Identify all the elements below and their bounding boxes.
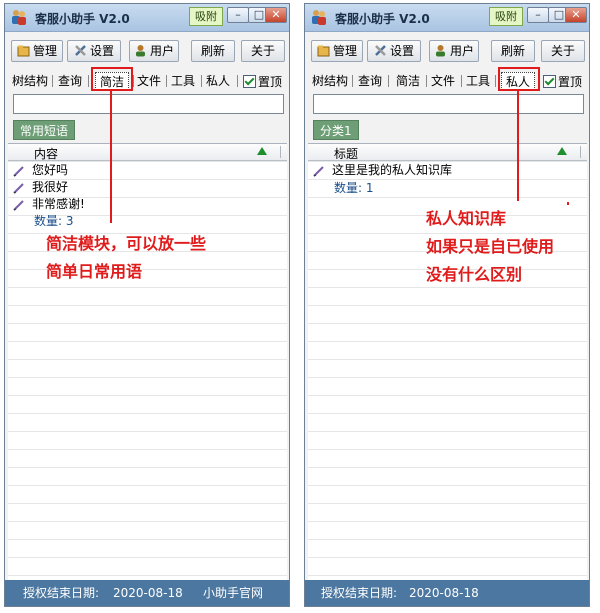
title-bar[interactable]: 客服小助手 V2.0 吸附 – □ ✕ <box>305 4 589 32</box>
app-title: 客服小助手 V2.0 <box>35 12 130 26</box>
pin-button[interactable]: 吸附 <box>189 7 223 26</box>
window-right: 客服小助手 V2.0 吸附 – □ ✕ 管理 设置 用户 刷新 关于 树结构 查… <box>304 3 590 607</box>
toolbar: 管理 设置 用户 刷新 关于 <box>5 40 289 64</box>
about-button[interactable]: 关于 <box>541 40 585 62</box>
search-input[interactable] <box>13 94 284 114</box>
item-count: 数量: 1 <box>334 181 374 195</box>
list-item[interactable]: 我很好 <box>8 179 287 196</box>
list-header[interactable]: 内容 <box>8 144 287 161</box>
column-content: 内容 <box>34 147 59 161</box>
list-item[interactable]: 这里是我的私人知识库 <box>308 162 587 179</box>
category-tag[interactable]: 常用短语 <box>13 120 76 140</box>
sort-ascending-icon <box>557 147 567 155</box>
app-people-icon <box>12 10 26 25</box>
close-button[interactable]: ✕ <box>565 7 587 23</box>
tab-strip: 树结构 查询 简洁 文件 工具 私人 置顶 <box>305 71 589 91</box>
window-left: 客服小助手 V2.0 吸附 – □ ✕ 管理 设置 用户 刷新 关于 树结构 查… <box>4 3 290 607</box>
user-icon <box>135 45 145 57</box>
tab-search[interactable]: 查询 <box>55 72 85 90</box>
folder-icon <box>317 45 330 57</box>
list-item[interactable]: 您好吗 <box>8 162 287 179</box>
pen-icon <box>13 200 24 211</box>
tab-tree[interactable]: 树结构 <box>11 72 49 90</box>
refresh-button[interactable]: 刷新 <box>191 40 235 62</box>
item-count: 数量: 3 <box>34 214 74 228</box>
annotation-highlight-simple-tab <box>91 67 133 91</box>
about-button[interactable]: 关于 <box>241 40 285 62</box>
expiry-date: 2020-08-18 <box>113 586 183 600</box>
status-bar: 授权结束日期: 2020-08-18 <box>305 580 589 606</box>
users-button[interactable]: 用户 <box>129 40 179 62</box>
list-item[interactable]: 非常感谢! <box>8 196 287 213</box>
tab-search[interactable]: 查询 <box>355 72 385 90</box>
tab-simple[interactable]: 简洁 <box>393 72 423 90</box>
expiry-date: 2020-08-18 <box>409 586 479 600</box>
pin-button[interactable]: 吸附 <box>489 7 523 26</box>
checkbox-checked-icon <box>543 75 556 88</box>
pen-icon <box>313 166 324 177</box>
tools-icon <box>375 45 386 56</box>
minimize-button[interactable]: – <box>227 7 249 23</box>
minimize-button[interactable]: – <box>527 7 549 23</box>
annotation-text-right: 私人知识库 如果只是自已使用 没有什么区别 <box>426 209 555 284</box>
users-button[interactable]: 用户 <box>429 40 479 62</box>
tab-files[interactable]: 文件 <box>136 72 162 90</box>
tools-icon <box>75 45 86 56</box>
tab-tools[interactable]: 工具 <box>465 72 491 90</box>
tab-tree[interactable]: 树结构 <box>311 72 349 90</box>
sort-ascending-icon <box>257 147 267 155</box>
settings-button[interactable]: 设置 <box>67 40 121 62</box>
annotation-pointer-line <box>517 91 519 201</box>
app-people-icon <box>312 10 326 25</box>
category-tag[interactable]: 分类1 <box>313 120 359 140</box>
pin-top-checkbox[interactable]: 置顶 <box>243 73 282 90</box>
official-site-link[interactable]: 小助手官网 <box>203 580 263 606</box>
annotation-text-left: 简洁模块，可以放一些 简单日常用语 <box>46 234 207 281</box>
content-list[interactable]: 内容 您好吗 我很好 非常感谢! 数量: 3 <box>8 143 287 580</box>
annotation-pointer-line <box>110 91 112 223</box>
pen-icon <box>13 183 24 194</box>
search-input[interactable] <box>313 94 584 114</box>
folder-icon <box>17 45 30 57</box>
title-bar[interactable]: 客服小助手 V2.0 吸附 – □ ✕ <box>5 4 289 32</box>
status-bar: 授权结束日期: 2020-08-18 小助手官网 <box>5 580 289 606</box>
tab-tools[interactable]: 工具 <box>170 72 196 90</box>
settings-button[interactable]: 设置 <box>367 40 421 62</box>
tab-strip: 树结构 查询 简洁 文件 工具 私人 置顶 <box>5 71 289 91</box>
refresh-button[interactable]: 刷新 <box>491 40 535 62</box>
checkbox-checked-icon <box>243 75 256 88</box>
app-title: 客服小助手 V2.0 <box>335 12 430 26</box>
expiry-label: 授权结束日期: <box>321 586 398 600</box>
toolbar: 管理 设置 用户 刷新 关于 <box>305 40 589 64</box>
list-header[interactable]: 标题 <box>308 144 587 161</box>
annotation-mark <box>567 202 569 205</box>
annotation-highlight-private-tab <box>498 67 540 91</box>
close-button[interactable]: ✕ <box>265 7 287 23</box>
pen-icon <box>13 166 24 177</box>
manage-button[interactable]: 管理 <box>311 40 363 62</box>
pin-top-checkbox[interactable]: 置顶 <box>543 73 582 90</box>
expiry-label: 授权结束日期: <box>23 586 100 600</box>
column-title: 标题 <box>334 147 359 161</box>
tab-private[interactable]: 私人 <box>205 72 231 90</box>
tab-files[interactable]: 文件 <box>430 72 456 90</box>
user-icon <box>435 45 445 57</box>
manage-button[interactable]: 管理 <box>11 40 63 62</box>
